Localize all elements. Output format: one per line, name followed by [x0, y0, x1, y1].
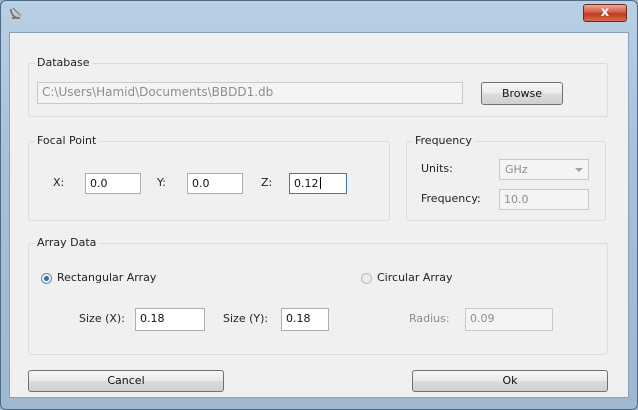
frequency-label: Frequency:: [421, 192, 481, 205]
focal-x-input[interactable]: 0.0: [85, 173, 141, 194]
focal-z-label: Z:: [261, 176, 273, 189]
text-cursor: [319, 177, 321, 189]
units-select[interactable]: GHz: [499, 159, 589, 180]
dialog-client-area: Database C:\Users\Hamid\Documents\BBDD1.…: [9, 32, 629, 398]
browse-button[interactable]: Browse: [481, 82, 563, 105]
units-label: Units:: [421, 162, 453, 175]
radius-input[interactable]: 0.09: [465, 308, 553, 331]
circular-array-radio[interactable]: [361, 273, 372, 284]
frequency-group-title: Frequency: [413, 134, 474, 148]
size-y-input[interactable]: 0.18: [281, 308, 329, 331]
focal-y-input[interactable]: 0.0: [187, 173, 243, 194]
circular-array-label[interactable]: Circular Array: [377, 271, 452, 285]
size-y-label: Size (Y):: [223, 312, 269, 325]
radio-selected-dot: [44, 276, 49, 281]
units-selected-value: GHz: [505, 163, 528, 176]
focal-z-value: 0.12: [294, 177, 319, 190]
focal-point-group: Focal Point X: 0.0 Y: 0.0 Z: 0.12: [28, 134, 390, 221]
array-data-group-title: Array Data: [35, 236, 99, 250]
title-bar[interactable]: x: [1, 1, 637, 25]
close-icon: x: [600, 5, 610, 20]
frequency-input[interactable]: 10.0: [499, 189, 589, 210]
cancel-button[interactable]: Cancel: [28, 370, 224, 392]
array-data-group: Array Data Rectangular Array Circular Ar…: [28, 236, 608, 355]
ok-button[interactable]: Ok: [412, 370, 608, 392]
satellite-dish-icon: [10, 7, 22, 19]
size-x-input[interactable]: 0.18: [135, 308, 205, 331]
dialog-window: x Database C:\Users\Hamid\Documents\BBDD…: [0, 0, 638, 410]
rectangular-array-label[interactable]: Rectangular Array: [57, 271, 156, 285]
size-x-label: Size (X):: [79, 312, 125, 325]
chevron-down-icon: [575, 168, 583, 172]
focal-y-label: Y:: [157, 176, 166, 189]
rectangular-array-radio[interactable]: [41, 273, 52, 284]
radius-label: Radius:: [409, 312, 450, 325]
database-group: Database C:\Users\Hamid\Documents\BBDD1.…: [28, 56, 608, 117]
database-path-field[interactable]: C:\Users\Hamid\Documents\BBDD1.db: [37, 82, 463, 104]
focal-point-group-title: Focal Point: [35, 134, 99, 148]
focal-z-input[interactable]: 0.12: [289, 173, 347, 194]
frequency-group: Frequency Units: GHz Frequency: 10.0: [406, 134, 606, 221]
database-group-title: Database: [35, 56, 92, 70]
focal-x-label: X:: [53, 176, 65, 189]
close-button[interactable]: x: [583, 4, 627, 22]
